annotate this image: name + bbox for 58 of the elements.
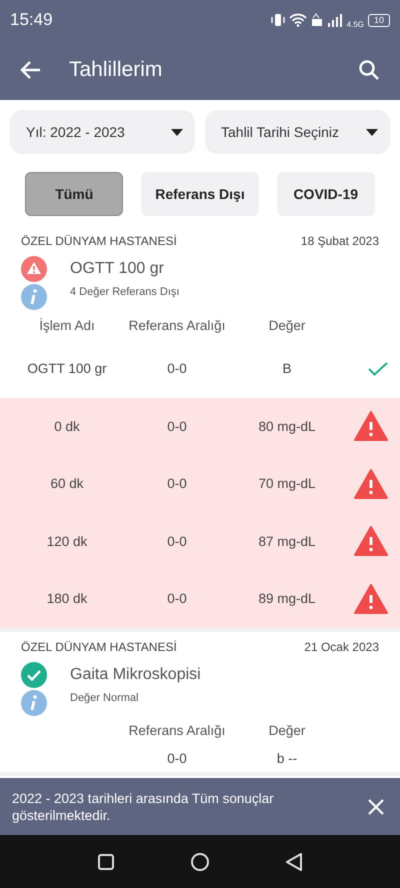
- table-cell: 0-0: [167, 361, 187, 376]
- table-cell: 120 dk: [46, 534, 88, 549]
- dropdown[interactable]: Yıl: 2022 - 2023: [10, 110, 195, 154]
- snackbar-message: 2022 - 2023 tarihleri arasında Tüm sonuçlar gösterilmektedir.: [12, 790, 275, 824]
- dropdown[interactable]: Tahlil Tarihi Seçiniz: [205, 110, 390, 154]
- screen-title: Tahlillerim: [69, 58, 164, 82]
- table-cell: 89 mg-dL: [258, 591, 316, 606]
- hospital-name: ÖZEL DÜNYAM HASTANESİ: [21, 640, 177, 654]
- column-header: Değer: [268, 318, 306, 332]
- network-type: 4.5G: [346, 20, 364, 28]
- close-icon[interactable]: [368, 798, 384, 814]
- table-cell: 0-0: [167, 534, 187, 549]
- table-cell: b --: [276, 751, 298, 766]
- table-cell: 0-0: [167, 591, 187, 606]
- table-cell: 70 mg-dL: [258, 476, 316, 492]
- table-cell: 87 mg-dL: [258, 534, 316, 549]
- table-cell: B: [282, 361, 292, 376]
- signal-icon: [326, 13, 343, 27]
- info-icon: [21, 284, 47, 310]
- hospital-name: ÖZEL DÜNYAM HASTANESİ: [21, 234, 177, 248]
- test-name: OGTT 100 gr: [70, 260, 164, 278]
- caret-icon: [366, 128, 378, 136]
- warning-icon: [354, 526, 388, 556]
- home-icon[interactable]: [190, 852, 209, 870]
- column-header: İşlem Adı: [39, 318, 95, 332]
- caret-icon: [171, 128, 183, 136]
- table-cell: 0 dk: [54, 418, 80, 434]
- column-header: Referans Aralığı: [128, 723, 226, 738]
- table-cell: 0-0: [167, 476, 187, 492]
- table-cell: 180 dk: [46, 591, 88, 606]
- column-header: Referans Aralığı: [128, 318, 226, 332]
- table-cell: 0-0: [167, 418, 187, 434]
- battery-level: 10: [368, 14, 390, 26]
- recents-icon[interactable]: [98, 854, 114, 870]
- table-cell: OGTT 100 gr: [27, 361, 107, 376]
- result-summary: Değer Normal: [70, 692, 138, 704]
- info-icon: [21, 690, 47, 716]
- vibrate-icon: [270, 13, 285, 27]
- warning-icon: [354, 468, 388, 499]
- back-icon[interactable]: [286, 852, 302, 870]
- warning-icon: [354, 584, 388, 614]
- wifi-icon: [288, 13, 307, 27]
- table-cell: 0-0: [167, 751, 187, 766]
- column-header: Değer: [268, 723, 306, 738]
- table-cell: 60 dk: [50, 476, 84, 492]
- warning-icon: [354, 411, 388, 442]
- test-name: Gaita Mikroskopisi: [70, 666, 201, 684]
- table-cell: 80 mg-dL: [258, 418, 316, 434]
- filter-tab[interactable]: Tümü: [25, 172, 124, 216]
- test-date: 18 Şubat 2023: [300, 234, 379, 248]
- search-icon[interactable]: [358, 59, 380, 81]
- filter-tab[interactable]: COVID-19: [276, 172, 375, 216]
- checkmark-icon: [368, 362, 388, 376]
- filter-tab[interactable]: Referans Dışı: [141, 172, 259, 216]
- back-arrow-icon[interactable]: [20, 59, 42, 81]
- status-time: 15:49: [10, 10, 53, 30]
- result-summary: 4 Değer Referans Dışı: [70, 286, 180, 298]
- test-date: 21 Ocak 2023: [304, 640, 379, 654]
